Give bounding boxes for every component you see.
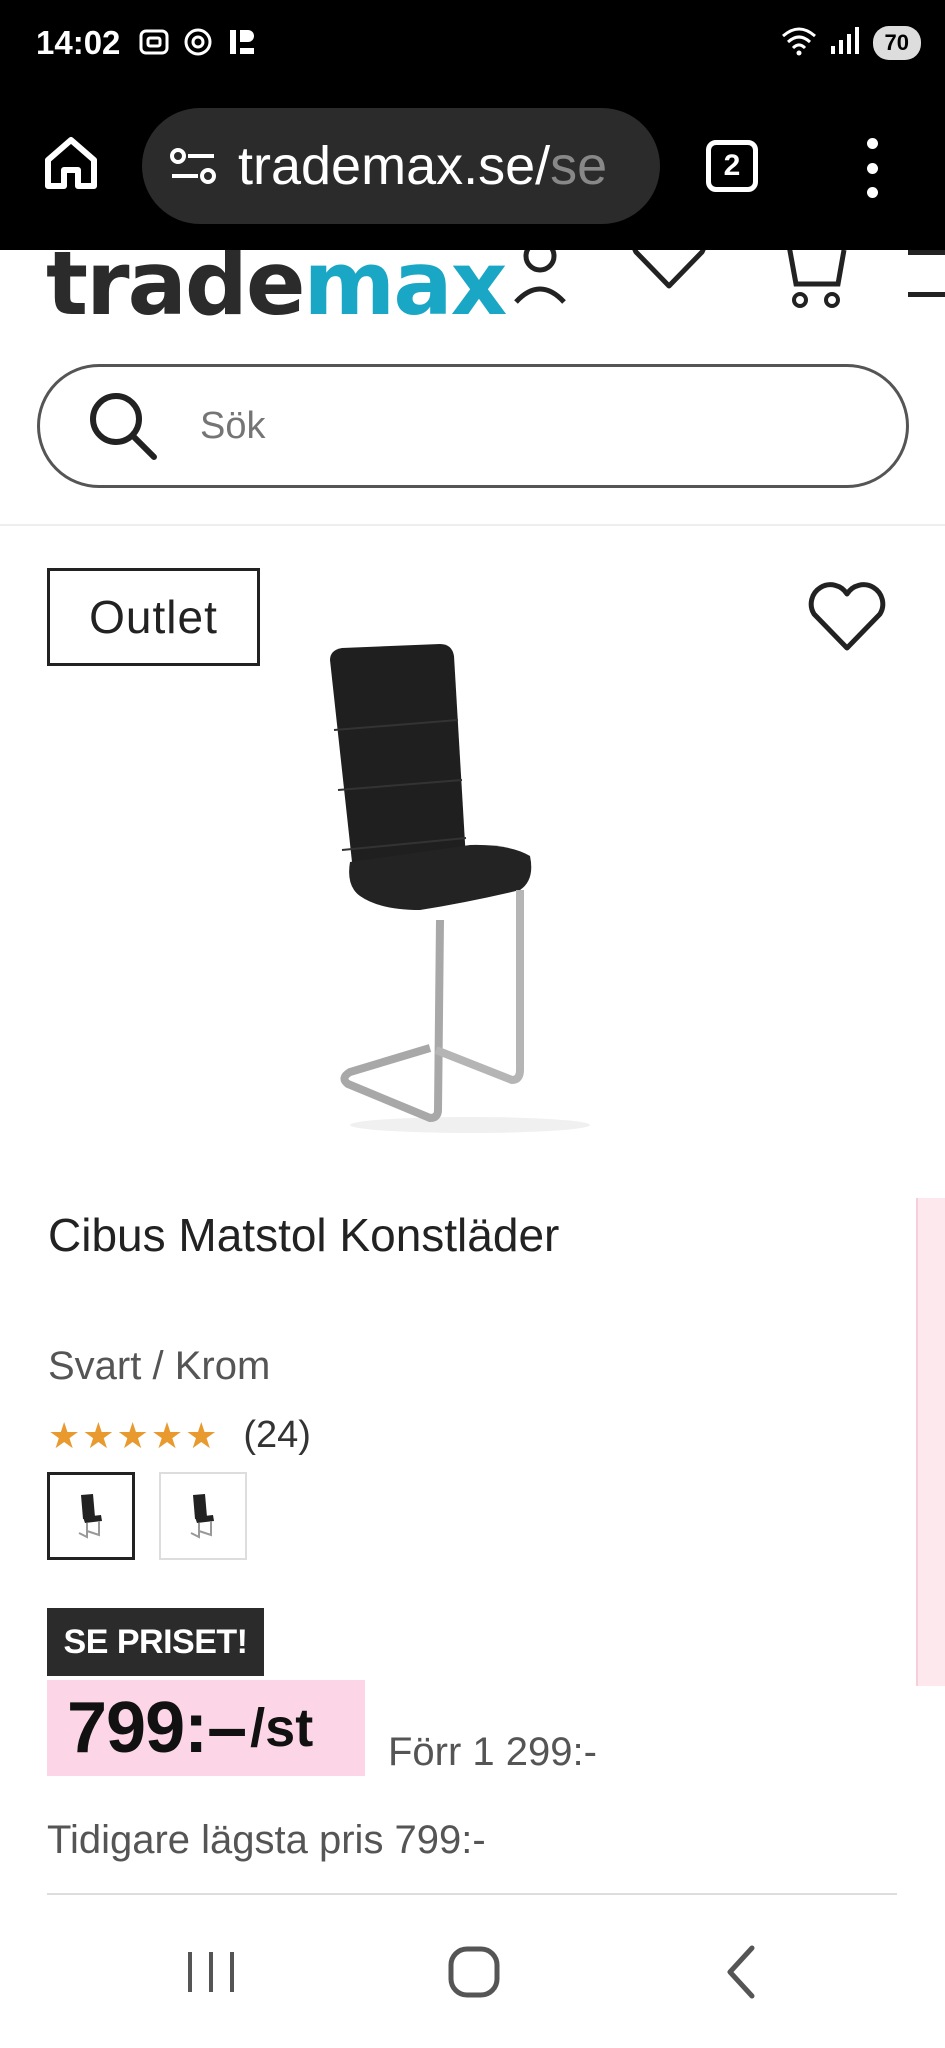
lowest-price-note: Tidigare lägsta pris 799:- [47, 1818, 486, 1862]
product-image[interactable] [320, 640, 620, 1140]
account-icon[interactable] [510, 250, 570, 310]
url-text: trademax.se/se [238, 135, 607, 197]
product-wishlist-icon[interactable] [806, 582, 888, 654]
url-domain: trademax.se/ [238, 136, 551, 196]
site-header: trademax [0, 250, 945, 320]
status-bar: 14:02 70 [0, 0, 945, 90]
recent-apps-button[interactable] [184, 1944, 238, 2000]
home-nav-button[interactable] [446, 1944, 502, 2000]
old-price: Förr 1 299:- [388, 1730, 597, 1774]
tab-switcher-button[interactable]: 2 [706, 140, 758, 192]
chair-thumbnail-icon [78, 1494, 102, 1539]
system-nav-bar [0, 1900, 945, 2048]
browser-toolbar: trademax.se/se 2 [0, 90, 945, 250]
signal-icon [829, 24, 863, 61]
search-input[interactable] [200, 404, 800, 448]
menu-icon[interactable] [908, 250, 945, 314]
trademax-logo[interactable]: trademax [46, 250, 507, 320]
product-rating[interactable]: ★★★★★ (24) [48, 1414, 311, 1457]
site-settings-icon[interactable] [168, 144, 218, 188]
battery-icon: 70 [872, 25, 921, 60]
price-box: 799:– /st [47, 1680, 365, 1776]
openai-icon [182, 26, 214, 58]
search-bar[interactable] [37, 364, 909, 488]
promo-label: SE PRISET! [47, 1608, 264, 1676]
rating-stars: ★★★★★ [48, 1414, 220, 1456]
search-icon [90, 393, 157, 460]
side-drawer-edge[interactable] [916, 1198, 945, 1686]
outlet-badge: Outlet [47, 568, 260, 666]
variant-thumbnail-2[interactable] [159, 1472, 247, 1560]
price: 799:– [67, 1688, 247, 1768]
screenshot-icon [138, 26, 170, 58]
wishlist-icon[interactable] [628, 250, 710, 314]
wifi-icon [779, 24, 819, 61]
p-icon [226, 26, 258, 58]
address-bar[interactable]: trademax.se/se [142, 108, 660, 224]
back-button[interactable] [722, 1944, 762, 2000]
product-variant: Svart / Krom [48, 1344, 271, 1388]
home-button[interactable] [40, 132, 102, 194]
variant-thumbnail-1[interactable] [47, 1472, 135, 1560]
status-time: 14:02 [36, 24, 121, 61]
price-unit: /st [250, 1698, 314, 1758]
status-icons-left [138, 26, 258, 58]
cart-icon[interactable] [774, 250, 848, 314]
home-icon [45, 137, 97, 189]
header-divider [0, 524, 945, 526]
product-title[interactable]: Cibus Matstol Konstläder [48, 1208, 559, 1262]
review-count: (24) [243, 1414, 311, 1456]
chair-thumbnail-icon [190, 1494, 214, 1539]
more-options-button[interactable] [860, 138, 884, 198]
url-path: se [550, 136, 608, 196]
status-right: 70 [779, 24, 921, 61]
section-divider [47, 1893, 897, 1895]
